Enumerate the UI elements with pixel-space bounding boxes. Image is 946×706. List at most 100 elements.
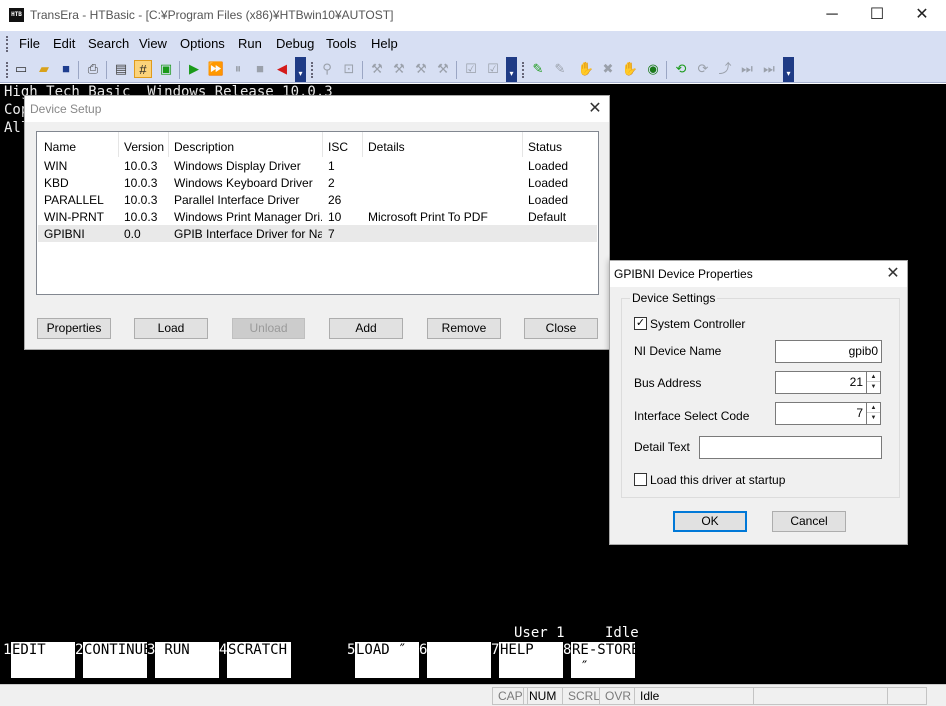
ni-device-name-field[interactable]: gpib0 [775,340,882,363]
column-header-description[interactable]: Description [174,140,234,154]
softkey-restore[interactable]: RE-STORE ″ [571,642,635,678]
column-divider[interactable] [362,132,363,157]
spin-down-icon[interactable]: ▼ [867,413,880,423]
add-button[interactable]: Add [329,318,403,339]
device-row-win-prnt[interactable]: WIN-PRNT 10.0.3 Windows Print Manager Dr… [38,208,597,225]
redo-icon[interactable]: ⟳ [694,60,712,78]
debug-tool-icon[interactable]: ✎ [529,60,547,78]
toolbar-overflow-button[interactable]: ▾ [783,57,794,82]
grab-icon[interactable]: ✋ [621,60,639,78]
device-setup-close-icon[interactable]: ✕ [582,98,608,120]
reset-icon[interactable]: ◀ [273,60,291,78]
monitor-icon[interactable]: ▣ [157,60,175,78]
softkey-empty[interactable] [427,642,491,678]
column-header-name[interactable]: Name [44,140,76,154]
properties-button[interactable]: Properties [37,318,111,339]
device-row-parallel[interactable]: PARALLEL 10.0.3 Parallel Interface Drive… [38,191,597,208]
find-next-icon[interactable]: ⊡ [340,60,358,78]
step-over-icon[interactable]: ⚒ [390,60,408,78]
device-row-kbd[interactable]: KBD 10.0.3 Windows Keyboard Driver 2 Loa… [38,174,597,191]
spin-up-icon[interactable]: ▲ [867,403,880,413]
softkey-load[interactable]: LOAD ″ [355,642,419,678]
stop-icon[interactable]: ■ [251,60,269,78]
print-icon[interactable]: ⎙ [84,60,102,78]
softkey-continue[interactable]: CONTINUE [83,642,147,678]
softkey-edit[interactable]: EDIT [11,642,75,678]
clear-breakpoints-icon[interactable]: ☑ [484,60,502,78]
next-icon[interactable]: ⏭ [738,60,756,78]
column-header-details[interactable]: Details [368,140,405,154]
load-button[interactable]: Load [134,318,208,339]
toolbar-grip[interactable] [311,62,314,78]
spin-down-icon[interactable]: ▼ [867,382,880,392]
close-button[interactable]: Close [524,318,598,339]
bus-address-spinner[interactable]: ▲ ▼ [866,371,881,394]
pause-icon[interactable]: ⏸ [229,60,247,78]
toolbar-grip[interactable] [6,62,9,78]
properties-titlebar[interactable]: GPIBNI Device Properties ✕ [610,261,907,287]
menu-debug[interactable]: Debug [276,36,314,51]
column-divider[interactable] [522,132,523,157]
watch-icon[interactable]: ✎ [551,60,569,78]
menu-file[interactable]: File [19,36,40,51]
softkey-scratch[interactable]: SCRATCH [227,642,291,678]
menu-options[interactable]: Options [180,36,225,51]
toolbar-overflow-button[interactable]: ▾ [295,57,306,82]
load-at-startup-label[interactable]: Load this driver at startup [650,473,785,487]
menu-tools[interactable]: Tools [326,36,356,51]
column-header-isc[interactable]: ISC [328,140,348,154]
toolbar-overflow-button[interactable]: ▾ [506,57,517,82]
spin-up-icon[interactable]: ▲ [867,372,880,382]
load-at-startup-checkbox[interactable] [634,473,647,486]
open-folder-icon[interactable]: ▰ [35,60,53,78]
window-close-button[interactable]: ✕ [902,3,942,27]
menu-view[interactable]: View [139,36,167,51]
cancel-button[interactable]: Cancel [772,511,846,532]
menu-help[interactable]: Help [371,36,398,51]
system-controller-label[interactable]: System Controller [650,317,745,331]
maximize-button[interactable]: ☐ [857,3,897,27]
minimize-button[interactable]: ─ [812,3,852,27]
device-row-win[interactable]: WIN 10.0.3 Windows Display Driver 1 Load… [38,157,597,174]
device-list[interactable]: Name Version Description ISC Details Sta… [36,131,599,295]
column-header-version[interactable]: Version [124,140,164,154]
reload-icon[interactable]: ⟲ [672,60,690,78]
device-row-gpibni[interactable]: GPIBNI 0.0 GPIB Interface Driver for Na.… [38,225,597,242]
run-icon[interactable]: ▶ [185,60,203,78]
column-divider[interactable] [322,132,323,157]
new-file-icon[interactable]: ▭ [12,60,30,78]
toggle-breakpoint-icon[interactable]: ☑ [462,60,480,78]
ok-button[interactable]: OK [673,511,747,532]
edit-document-icon[interactable]: ▤ [112,60,130,78]
interface-select-code-field[interactable]: 7 [775,402,867,425]
go-back-icon[interactable]: ⤴ [716,60,734,78]
step-into-icon[interactable]: ⚒ [412,60,430,78]
unload-button[interactable]: Unload [232,318,305,339]
line-numbers-icon[interactable]: # [134,60,152,78]
bus-address-field[interactable]: 21 [775,371,867,394]
clear-all-icon[interactable]: ✖ [599,60,617,78]
remove-button[interactable]: Remove [427,318,501,339]
hand-icon[interactable]: ✋ [577,60,595,78]
menubar-grip[interactable] [6,36,9,52]
step-icon[interactable]: ⚒ [368,60,386,78]
last-icon[interactable]: ⏭ [760,60,778,78]
properties-close-icon[interactable]: ✕ [880,263,906,285]
device-setup-titlebar[interactable]: Device Setup ✕ [25,96,609,122]
step-out-icon[interactable]: ⚒ [434,60,452,78]
menu-search[interactable]: Search [88,36,129,51]
column-divider[interactable] [168,132,169,157]
menu-run[interactable]: Run [238,36,262,51]
binoculars-icon[interactable]: ⚲ [318,60,336,78]
column-header-status[interactable]: Status [528,140,562,154]
save-icon[interactable]: ■ [57,60,75,78]
toolbar-grip[interactable] [522,62,525,78]
isc-spinner[interactable]: ▲ ▼ [866,402,881,425]
detail-text-field[interactable] [699,436,882,459]
system-controller-checkbox[interactable]: ✓ [634,317,647,330]
globe-icon[interactable]: ◉ [644,60,662,78]
column-divider[interactable] [118,132,119,157]
continue-icon[interactable]: ⏩ [207,60,225,78]
softkey-help[interactable]: HELP [499,642,563,678]
menu-edit[interactable]: Edit [53,36,75,51]
